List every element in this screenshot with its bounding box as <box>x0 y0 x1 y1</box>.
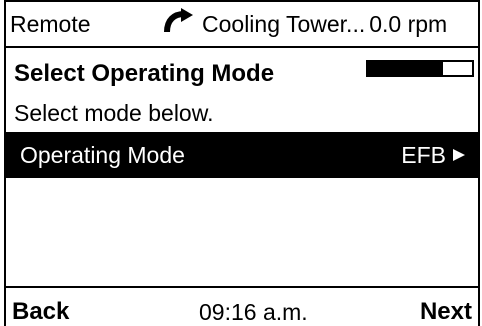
footer-divider <box>6 286 478 288</box>
control-location-label: Remote <box>10 11 91 37</box>
menu-item-label: Operating Mode <box>20 142 185 168</box>
step-progress-bar <box>366 60 474 77</box>
page-title: Select Operating Mode <box>14 60 275 87</box>
speed-readout: 0.0 rpm <box>369 11 448 37</box>
instruction-text: Select mode below. <box>14 100 214 126</box>
next-button[interactable]: Next <box>420 298 472 326</box>
clock-time: 09:16 a.m. <box>199 299 308 325</box>
status-bar: Remote Cooling Tower... 0.0 rpm <box>6 2 478 48</box>
forward-rotation-arrow-icon <box>164 8 193 33</box>
right-triangle-icon <box>453 149 465 161</box>
step-progress-fill <box>368 62 443 75</box>
operating-mode-menu-item[interactable]: Operating Mode EFB <box>6 132 478 178</box>
menu-item-value: EFB <box>401 142 446 168</box>
device-name: Cooling Tower... <box>202 11 366 37</box>
back-button[interactable]: Back <box>12 298 69 326</box>
control-panel-screen: Remote Cooling Tower... 0.0 rpm Select Op… <box>4 0 480 326</box>
device-status-text: Cooling Tower... 0.0 rpm <box>202 11 447 37</box>
